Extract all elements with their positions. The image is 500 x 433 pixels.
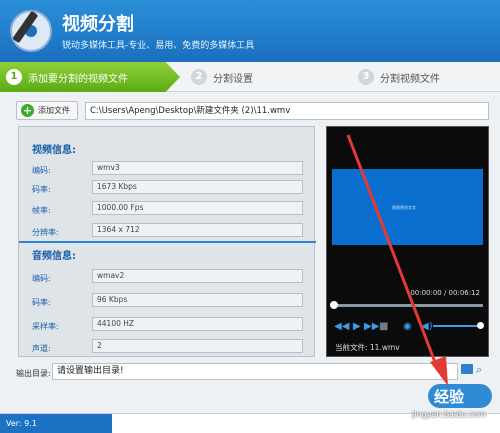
film-disc-icon bbox=[10, 10, 52, 52]
audio-channels-label: 声道: bbox=[32, 344, 51, 353]
video-resolution-value: 1364 x 712 bbox=[92, 223, 303, 237]
audio-samplerate-label: 采样率: bbox=[32, 322, 59, 331]
step-label: 分割设置 bbox=[213, 73, 253, 85]
folder-icon[interactable] bbox=[461, 364, 473, 374]
seek-handle[interactable] bbox=[330, 301, 338, 309]
watermark-brand: 经验 bbox=[434, 387, 465, 406]
add-file-button[interactable]: + 添加文件 bbox=[16, 101, 78, 120]
screen-text: 视频预览文字 bbox=[392, 205, 416, 210]
video-framerate-value: 1000.00 Fps bbox=[92, 201, 303, 215]
media-info-panel: 视频信息: 编码: wmv3 码率: 1673 Kbps 帧率: 1000.00… bbox=[18, 126, 316, 357]
step-split-video[interactable]: 3 分割视频文件 bbox=[352, 62, 500, 92]
step-add-video[interactable]: 1 添加要分割的视频文件 bbox=[0, 62, 180, 92]
search-icon[interactable]: ⌕ bbox=[476, 363, 482, 377]
fast-forward-icon[interactable]: ▶▶ bbox=[364, 321, 379, 332]
add-file-label: 添加文件 bbox=[38, 106, 70, 115]
audio-info-heading: 音频信息: bbox=[32, 251, 76, 262]
file-path-field[interactable]: C:\Users\Apeng\Desktop\新建文件夹 (2)\11.wmv bbox=[85, 102, 489, 120]
video-preview-player: 视频预览文字 00:00:00 / 00:06:12 ◀◀ ▶ ▶▶ ■ ◉ ◀… bbox=[326, 126, 489, 357]
play-icon[interactable]: ▶ bbox=[353, 321, 361, 332]
output-dir-label: 输出目录: bbox=[16, 369, 51, 378]
step-split-settings[interactable]: 2 分割设置 bbox=[185, 62, 355, 92]
output-dir-field[interactable]: 请设置输出目录! bbox=[52, 363, 458, 380]
stop-icon[interactable]: ■ bbox=[379, 321, 388, 332]
baidu-watermark: 经验 bbox=[428, 384, 492, 408]
wizard-steps: 1 添加要分割的视频文件 2 分割设置 3 分割视频文件 bbox=[0, 62, 500, 92]
volume-icon[interactable]: ◀) bbox=[421, 321, 433, 332]
seek-bar[interactable] bbox=[333, 304, 483, 307]
time-readout: 00:00:00 / 00:06:12 bbox=[410, 289, 480, 297]
step-label: 添加要分割的视频文件 bbox=[28, 73, 128, 85]
step-number: 2 bbox=[191, 69, 207, 85]
app-subtitle: 锐动多媒体工具-专业、易用、免费的多媒体工具 bbox=[62, 41, 255, 51]
video-resolution-label: 分辨率: bbox=[32, 228, 59, 237]
audio-bitrate-label: 码率: bbox=[32, 298, 51, 307]
volume-handle[interactable] bbox=[477, 322, 484, 329]
rewind-icon[interactable]: ◀◀ bbox=[334, 321, 349, 332]
video-bitrate-label: 码率: bbox=[32, 185, 51, 194]
camera-icon[interactable]: ◉ bbox=[403, 321, 412, 332]
app-header: 视频分割 锐动多媒体工具-专业、易用、免费的多媒体工具 bbox=[0, 0, 500, 62]
video-codec-label: 编码: bbox=[32, 166, 51, 175]
section-divider bbox=[19, 241, 316, 243]
audio-channels-value: 2 bbox=[92, 339, 303, 353]
video-framerate-label: 帧率: bbox=[32, 206, 51, 215]
audio-bitrate-value: 96 Kbps bbox=[92, 293, 303, 307]
step-number: 3 bbox=[358, 69, 374, 85]
step-label: 分割视频文件 bbox=[380, 73, 440, 85]
video-info-heading: 视频信息: bbox=[32, 145, 76, 156]
current-file-label: 当前文件: 11.wmv bbox=[335, 343, 400, 352]
audio-codec-value: wmav2 bbox=[92, 269, 303, 283]
audio-codec-label: 编码: bbox=[32, 274, 51, 283]
video-codec-value: wmv3 bbox=[92, 161, 303, 175]
app-title: 视频分割 bbox=[62, 14, 134, 35]
step-number: 1 bbox=[6, 69, 22, 85]
video-screen[interactable]: 视频预览文字 bbox=[332, 169, 483, 245]
audio-samplerate-value: 44100 HZ bbox=[92, 317, 303, 331]
watermark-url: jingyan.baidu.com bbox=[412, 410, 486, 419]
plus-icon: + bbox=[21, 104, 34, 117]
volume-slider[interactable] bbox=[433, 325, 483, 327]
video-bitrate-value: 1673 Kbps bbox=[92, 180, 303, 194]
version-label: Ver: 9.1 bbox=[0, 414, 112, 433]
